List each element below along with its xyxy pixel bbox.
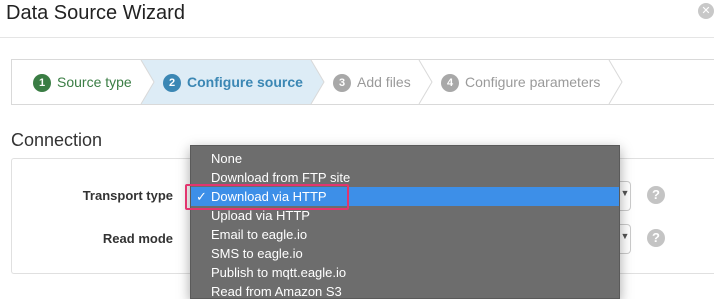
dropdown-option-s3[interactable]: Read from Amazon S3 [191,282,619,299]
transport-type-help-icon[interactable]: ? [647,186,665,204]
connection-section-title: Connection [11,130,103,150]
read-mode-help-icon[interactable]: ? [647,229,665,247]
wizard-step-configure-source[interactable]: 2 Configure source [163,59,303,105]
step-label: Source type [57,74,132,90]
step-label: Configure source [187,74,303,90]
step-number-badge: 3 [333,74,351,92]
dropdown-option-sms[interactable]: SMS to eagle.io [191,244,619,263]
dropdown-option-email[interactable]: Email to eagle.io [191,225,619,244]
close-icon[interactable]: ✕ [698,3,714,19]
step-label: Configure parameters [465,74,601,90]
step-label: Add files [357,74,411,90]
chevron-divider-4 [608,59,623,105]
option-label: Email to eagle.io [211,227,308,242]
option-label: Download from FTP site [211,170,351,185]
wizard-steps: 1 Source type 2 Configure source 3 Add file… [11,59,714,105]
wizard-step-source-type[interactable]: 1 Source type [33,59,132,105]
dialog-title: Data Source Wizard [6,2,185,24]
dropdown-option-none[interactable]: None [191,149,619,168]
dialog-header: Data Source Wizard ✕ [0,0,714,38]
transport-type-dropdown-menu: None Download from FTP site ✓ Download v… [190,145,620,299]
option-label: Read from Amazon S3 [211,284,342,299]
transport-type-label: Transport type [82,188,173,203]
step-number-badge: 2 [163,74,181,92]
wizard-step-add-files[interactable]: 3 Add files [333,59,411,105]
step-number-badge: 4 [441,74,459,92]
wizard-step-configure-parameters[interactable]: 4 Configure parameters [441,59,600,105]
dropdown-option-mqtt[interactable]: Publish to mqtt.eagle.io [191,263,619,282]
annotation-highlight-box [185,184,349,210]
read-mode-label: Read mode [102,231,173,246]
step-number-badge: 1 [33,74,51,92]
option-label: Publish to mqtt.eagle.io [211,265,347,280]
option-label: Upload via HTTP [211,208,310,223]
chevron-divider-3 [418,59,433,105]
option-label: None [211,151,243,166]
option-label: SMS to eagle.io [211,246,303,261]
